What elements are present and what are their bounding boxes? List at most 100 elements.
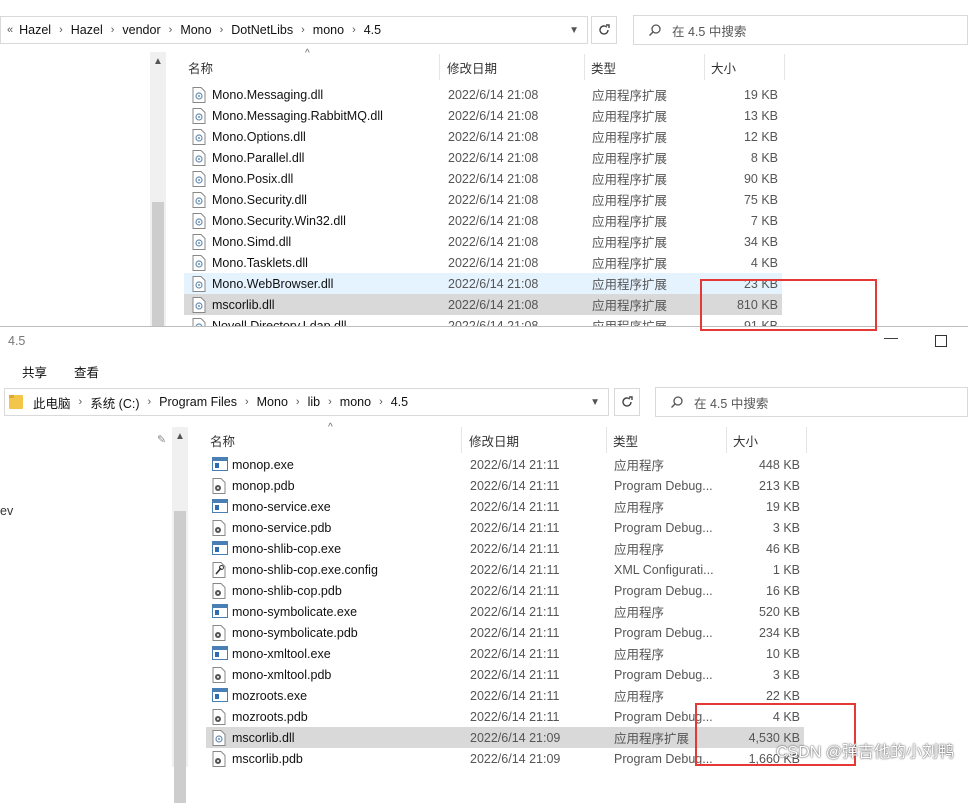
- pin-icon[interactable]: ✎: [157, 433, 166, 446]
- breadcrumb-separator-icon[interactable]: ›: [245, 396, 249, 408]
- file-name-text: mscorlib.dll: [212, 297, 275, 312]
- ribbon-tab-share[interactable]: 共享: [22, 362, 47, 381]
- file-row[interactable]: monop.exe 2022/6/14 21:11 应用程序 448 KB: [206, 454, 804, 475]
- file-size: 7 KB: [750, 213, 778, 228]
- scroll-up-arrow-icon[interactable]: ▲: [153, 56, 163, 67]
- bottom-nav-scroll-thumb[interactable]: [174, 511, 186, 803]
- file-date: 2022/6/14 21:11: [470, 562, 560, 577]
- file-row[interactable]: mono-shlib-cop.exe.config 2022/6/14 21:11…: [206, 559, 804, 580]
- bottom-col-size-label: 大小: [733, 434, 759, 449]
- overflow-chevron-icon[interactable]: «: [7, 24, 13, 36]
- breadcrumb-item[interactable]: DotNetLibs: [231, 23, 293, 37]
- breadcrumb-separator-icon[interactable]: ›: [352, 24, 356, 36]
- file-row[interactable]: mono-symbolicate.pdb 2022/6/14 21:11 Progr…: [206, 622, 804, 643]
- breadcrumb-separator-icon[interactable]: ›: [169, 24, 173, 36]
- file-row[interactable]: mono-shlib-cop.exe 2022/6/14 21:11 应用程序 46 …: [206, 538, 804, 559]
- file-row[interactable]: monop.pdb 2022/6/14 21:11 Program Debug...…: [206, 475, 804, 496]
- top-address-bar[interactable]: « Hazel › Hazel › vendor › Mono › DotNetLibs › mon…: [0, 16, 588, 44]
- file-type: 应用程序扩展: [592, 194, 668, 208]
- file-row[interactable]: Mono.Options.dll 2022/6/14 21:08 应用程序扩展 12 …: [184, 126, 782, 147]
- file-row[interactable]: Mono.Messaging.RabbitMQ.dll 2022/6/14 21:…: [184, 105, 782, 126]
- file-row[interactable]: mono-xmltool.exe 2022/6/14 21:11 应用程序 10 KB: [206, 643, 804, 664]
- breadcrumb-separator-icon[interactable]: ›: [301, 24, 305, 36]
- file-name: mono-service.pdb: [212, 519, 331, 536]
- bottom-search-box[interactable]: 在 4.5 中搜索: [655, 387, 968, 417]
- file-row[interactable]: mono-shlib-cop.pdb 2022/6/14 21:11 Program…: [206, 580, 804, 601]
- refresh-button[interactable]: [614, 388, 640, 416]
- file-name-text: Mono.WebBrowser.dll: [212, 276, 334, 291]
- breadcrumb-separator-icon[interactable]: ›: [296, 396, 300, 408]
- breadcrumb-item[interactable]: lib: [308, 395, 321, 409]
- refresh-button[interactable]: [591, 16, 617, 44]
- ribbon-tab-view[interactable]: 查看: [74, 362, 99, 381]
- top-col-size[interactable]: 大小: [705, 54, 785, 80]
- file-row[interactable]: mono-service.pdb 2022/6/14 21:11 Program D…: [206, 517, 804, 538]
- bottom-col-type[interactable]: 类型: [607, 427, 727, 453]
- file-date: 2022/6/14 21:08: [448, 150, 539, 165]
- file-row[interactable]: Mono.Parallel.dll 2022/6/14 21:08 应用程序扩展 8 …: [184, 147, 782, 168]
- breadcrumb-item[interactable]: 系统 (C:): [90, 393, 139, 412]
- top-nav-scroll-thumb[interactable]: [152, 202, 164, 326]
- maximize-button[interactable]: [935, 335, 947, 347]
- top-col-type-label: 类型: [591, 61, 617, 76]
- breadcrumb-separator-icon[interactable]: ›: [148, 396, 152, 408]
- file-row[interactable]: Mono.WebBrowser.dll 2022/6/14 21:08 应用程序扩展…: [184, 273, 782, 294]
- scroll-up-arrow-icon[interactable]: ▲: [175, 431, 185, 442]
- file-row[interactable]: mscorlib.dll 2022/6/14 21:08 应用程序扩展 810 KB: [184, 294, 782, 315]
- breadcrumb-item[interactable]: 此电脑: [33, 393, 71, 412]
- file-row[interactable]: Mono.Tasklets.dll 2022/6/14 21:08 应用程序扩展 4 …: [184, 252, 782, 273]
- file-date: 2022/6/14 21:09: [470, 730, 561, 745]
- breadcrumb-item[interactable]: Hazel: [19, 23, 51, 37]
- file-name-text: Novell.Directory.Ldap.dll: [212, 319, 347, 333]
- top-col-date[interactable]: 修改日期: [441, 54, 585, 80]
- file-size: 12 KB: [743, 129, 778, 144]
- breadcrumb-item[interactable]: 4.5: [391, 395, 408, 409]
- breadcrumb-item[interactable]: Mono: [180, 23, 211, 37]
- breadcrumb-item[interactable]: vendor: [122, 23, 160, 37]
- breadcrumb-separator-icon[interactable]: ›: [79, 396, 83, 408]
- file-row[interactable]: mono-xmltool.pdb 2022/6/14 21:11 Program D…: [206, 664, 804, 685]
- breadcrumb-separator-icon[interactable]: ›: [111, 24, 115, 36]
- minimize-button[interactable]: —: [884, 329, 898, 345]
- file-row[interactable]: Mono.Posix.dll 2022/6/14 21:08 应用程序扩展 90 KB: [184, 168, 782, 189]
- bottom-col-size[interactable]: 大小: [727, 427, 807, 453]
- file-name: monop.pdb: [212, 477, 295, 494]
- bottom-address-bar[interactable]: 此电脑 › 系统 (C:) › Program Files › Mono › lib › mono ›…: [4, 388, 609, 416]
- file-row[interactable]: Mono.Messaging.dll 2022/6/14 21:08 应用程序扩展 1…: [184, 84, 782, 105]
- bottom-col-name[interactable]: 名称: [204, 427, 462, 453]
- breadcrumb-separator-icon[interactable]: ›: [59, 24, 63, 36]
- file-name-text: mscorlib.dll: [232, 730, 295, 745]
- bottom-nav-scrollbar[interactable]: ▲: [172, 427, 188, 803]
- file-row[interactable]: mono-service.exe 2022/6/14 21:11 应用程序 19 KB: [206, 496, 804, 517]
- breadcrumb-item[interactable]: Mono: [257, 395, 288, 409]
- top-col-name[interactable]: 名称: [182, 54, 440, 80]
- file-row[interactable]: Mono.Security.Win32.dll 2022/6/14 21:08 应用…: [184, 210, 782, 231]
- dropdown-chevron-icon[interactable]: ▼: [590, 397, 600, 408]
- breadcrumb-item[interactable]: 4.5: [364, 23, 381, 37]
- refresh-icon: [599, 24, 610, 35]
- file-size: 234 KB: [758, 625, 800, 640]
- breadcrumb-item[interactable]: Hazel: [71, 23, 103, 37]
- breadcrumb-separator-icon[interactable]: ›: [379, 396, 383, 408]
- top-col-type[interactable]: 类型: [585, 54, 705, 80]
- file-name-text: monop.pdb: [232, 478, 295, 493]
- file-row[interactable]: Novell.Directory.Ldap.dll 2022/6/14 21:08…: [184, 315, 782, 336]
- breadcrumb-separator-icon[interactable]: ›: [328, 396, 332, 408]
- dll-file-icon: [192, 212, 206, 229]
- bottom-col-date[interactable]: 修改日期: [463, 427, 607, 453]
- nav-pane-truncated-label[interactable]: ev: [0, 504, 13, 518]
- file-row[interactable]: Mono.Security.dll 2022/6/14 21:08 应用程序扩展 75…: [184, 189, 782, 210]
- file-name-text: monop.exe: [232, 457, 294, 472]
- breadcrumb-item[interactable]: Program Files: [159, 395, 237, 409]
- breadcrumb-item[interactable]: mono: [313, 23, 344, 37]
- top-nav-scrollbar[interactable]: ▲: [150, 52, 166, 326]
- dropdown-chevron-icon[interactable]: ▼: [569, 25, 579, 36]
- breadcrumb-item[interactable]: mono: [340, 395, 371, 409]
- exe-file-icon: [212, 498, 228, 515]
- dll-file-icon: [192, 191, 206, 208]
- breadcrumb-separator-icon[interactable]: ›: [220, 24, 224, 36]
- file-name: Mono.Security.dll: [192, 191, 307, 208]
- file-row[interactable]: mono-symbolicate.exe 2022/6/14 21:11 应用程序 5…: [206, 601, 804, 622]
- file-row[interactable]: Mono.Simd.dll 2022/6/14 21:08 应用程序扩展 34 KB: [184, 231, 782, 252]
- top-search-box[interactable]: 在 4.5 中搜索: [633, 15, 968, 45]
